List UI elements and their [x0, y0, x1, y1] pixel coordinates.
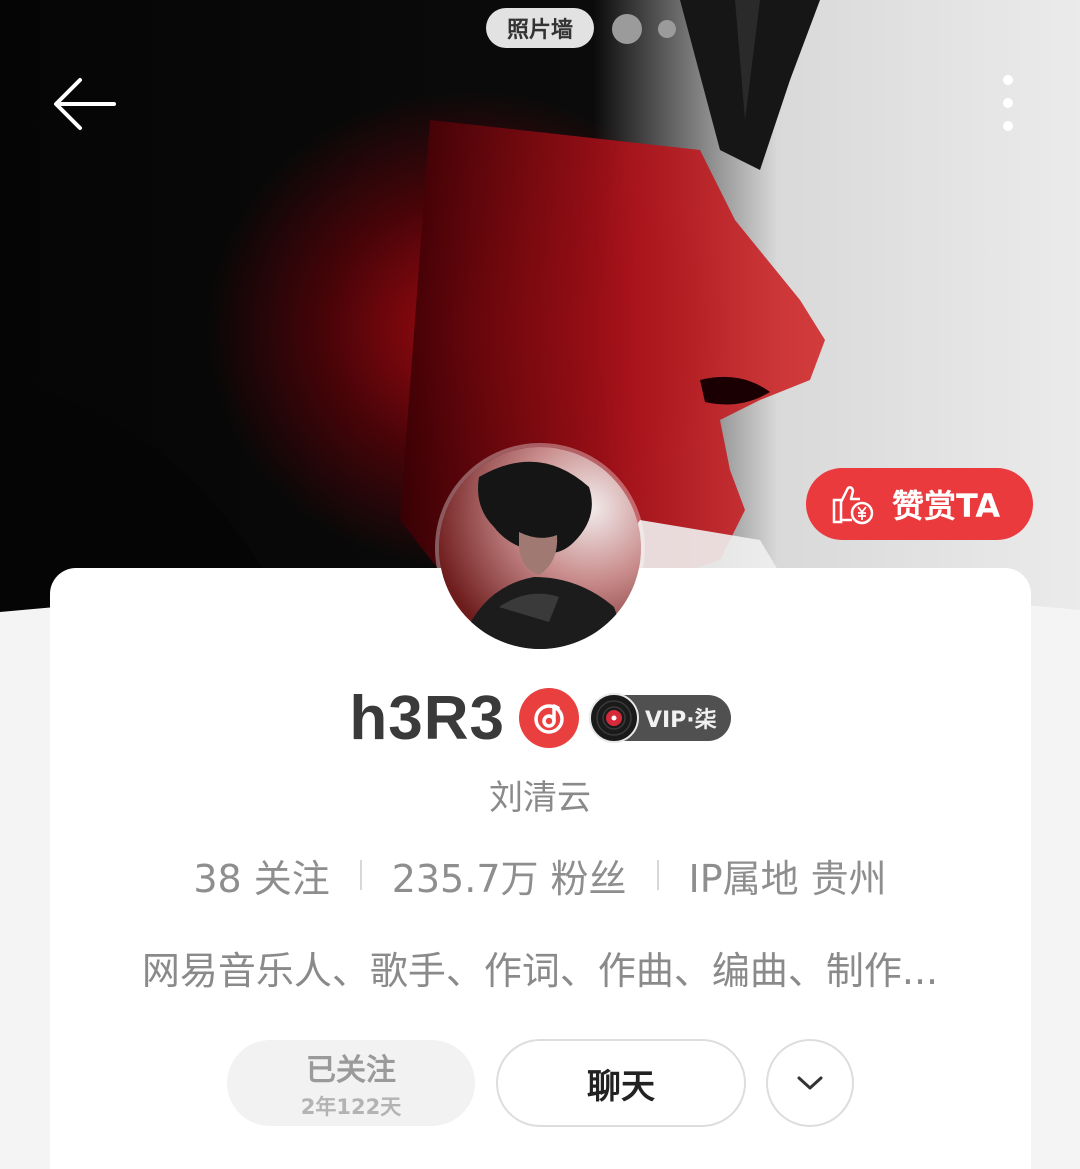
vinyl-record-icon: [588, 693, 639, 743]
musician-badge[interactable]: [518, 688, 579, 748]
followers-label: 粉丝: [550, 856, 627, 901]
followed-button[interactable]: 已关注 2年122天: [227, 1040, 475, 1126]
back-button[interactable]: [50, 72, 120, 136]
reward-label: 赞赏TA: [892, 487, 1001, 525]
following-stat[interactable]: 38 关注: [193, 848, 329, 903]
ip-location-stat: IP属地 贵州: [689, 848, 887, 903]
back-arrow-icon: [54, 78, 116, 130]
thumbs-up-yen-icon: [832, 486, 874, 525]
vip-label: VIP·柒: [644, 708, 717, 733]
page-indicator-dot: [612, 14, 642, 44]
following-count: 38: [193, 856, 242, 901]
photo-wall-label: 照片墙: [506, 18, 573, 43]
username-row: h3R3 VIP·柒: [0, 680, 1080, 756]
followers-count: 235.7万: [391, 856, 539, 901]
reward-button[interactable]: 赞赏TA: [806, 468, 1033, 540]
chat-label: 聊天: [587, 1066, 655, 1107]
profile-stats: 38 关注 235.7万 粉丝 IP属地 贵州: [0, 848, 1080, 902]
ip-location-label: IP属地: [688, 856, 799, 901]
ip-location-value: 贵州: [810, 856, 887, 901]
followers-stat[interactable]: 235.7万 粉丝: [392, 848, 627, 903]
more-vertical-icon: [1003, 75, 1013, 131]
photo-wall-button[interactable]: 照片墙: [486, 8, 594, 48]
profile-bio[interactable]: 网易音乐人、歌手、作词、作曲、编曲、制作...: [90, 940, 990, 995]
stat-divider: [359, 860, 362, 890]
page-indicator-dot: [658, 20, 676, 38]
vip-badge[interactable]: VIP·柒: [588, 693, 731, 743]
musician-note-icon: [534, 704, 564, 734]
expand-button[interactable]: [766, 1039, 854, 1127]
followed-label: 已关注: [306, 1053, 396, 1088]
avatar-image: [439, 447, 641, 649]
following-label: 关注: [253, 856, 330, 901]
chat-button[interactable]: 聊天: [496, 1039, 746, 1127]
followed-duration: 2年122天: [300, 1095, 402, 1119]
stat-divider: [656, 860, 659, 890]
avatar[interactable]: [435, 443, 645, 653]
username: h3R3: [349, 683, 505, 753]
chevron-down-icon: [797, 1076, 823, 1090]
more-options-button[interactable]: [990, 70, 1026, 140]
real-name: 刘清云: [489, 778, 591, 818]
